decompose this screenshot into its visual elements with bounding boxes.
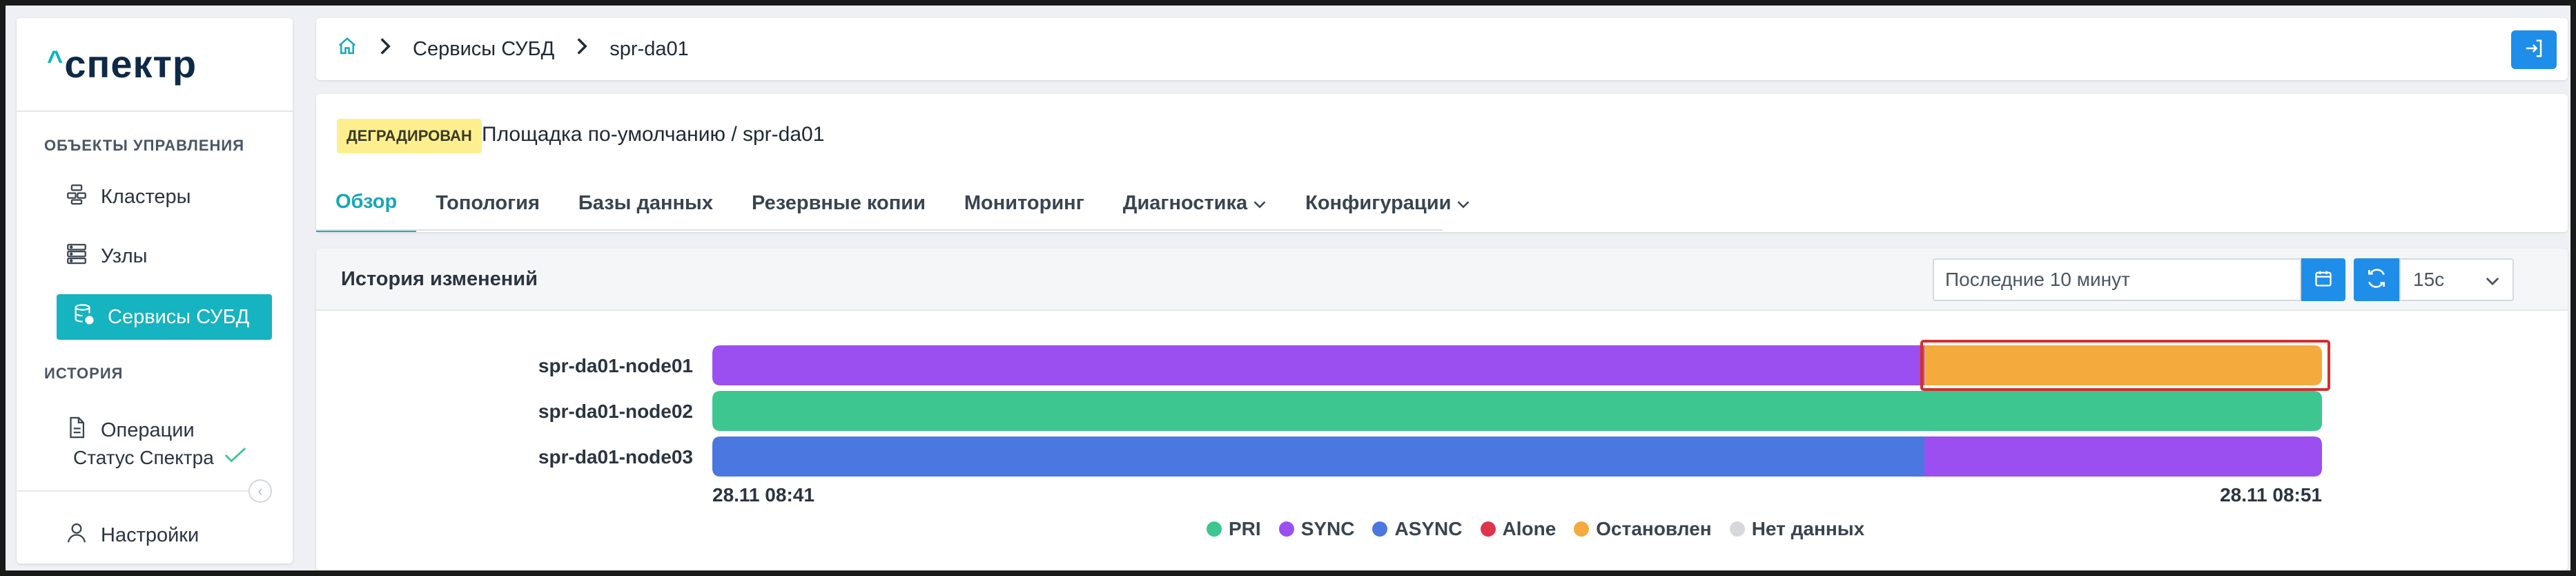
sidebar-divider <box>17 490 265 492</box>
tab-label: Конфигурации <box>1305 191 1452 214</box>
sidebar-item-label: Операции <box>101 419 195 441</box>
timeline-segment[interactable] <box>712 345 1924 385</box>
sidebar-item-label: Настройки <box>101 524 199 546</box>
tab-label: Топология <box>436 191 540 214</box>
logout-icon <box>2524 38 2544 62</box>
chevron-down-icon <box>2485 269 2500 291</box>
tab-label: Резервные копии <box>751 191 926 214</box>
legend-item[interactable]: Остановлен <box>1574 518 1712 540</box>
history-panel-header: История изменений Последние 10 минут 15с <box>316 249 2568 311</box>
x-axis-start-label: 28.11 08:41 <box>712 484 814 506</box>
service-header: ДЕГРАДИРОВАН Площадка по-умолчанию / spr… <box>316 94 2568 232</box>
chevron-left-icon: ‹ <box>257 482 263 499</box>
legend-dot <box>1372 521 1388 537</box>
legend-item[interactable]: SYNC <box>1278 518 1355 540</box>
legend-label: PRI <box>1229 518 1261 539</box>
chevron-down-icon <box>1253 192 1267 215</box>
document-icon <box>65 416 88 445</box>
sidebar-item-label: Сервисы СУБД <box>108 305 250 328</box>
spectr-status: Статус Спектра <box>73 446 247 469</box>
chart-legend: PRI SYNC ASYNC Alone Остановлен Нет данных <box>1207 518 1864 540</box>
tab-label: Мониторинг <box>964 191 1084 214</box>
row-label: spr-da01-node01 <box>538 355 693 376</box>
tab-backups[interactable]: Резервные копии <box>732 174 945 232</box>
database-icon <box>72 303 95 332</box>
breadcrumb: Сервисы СУБД spr-da01 <box>337 18 689 80</box>
breadcrumb-current: spr-da01 <box>609 37 689 60</box>
tab-monitoring[interactable]: Мониторинг <box>945 174 1104 232</box>
row-label: spr-da01-node02 <box>538 401 693 422</box>
status-badge: ДЕГРАДИРОВАН <box>337 119 482 153</box>
sidebar-item-dbms-services[interactable]: Сервисы СУБД <box>57 294 272 340</box>
breadcrumb-dbms-services[interactable]: Сервисы СУБД <box>413 38 554 61</box>
calendar-button[interactable] <box>2301 258 2345 301</box>
status-label: Статус Спектра <box>73 446 214 468</box>
timeline-segment[interactable] <box>1924 436 2322 477</box>
legend-dot <box>1729 521 1745 537</box>
check-icon <box>224 446 247 469</box>
timeline-segment[interactable] <box>1924 345 2322 385</box>
sidebar-item-settings[interactable]: Настройки <box>44 512 258 558</box>
logout-button[interactable] <box>2511 30 2557 69</box>
collapse-sidebar-button[interactable]: ‹ <box>248 479 272 503</box>
legend-dot <box>1278 521 1294 537</box>
chevron-right-icon <box>575 37 589 61</box>
legend-dot <box>1574 521 1590 537</box>
legend-item[interactable]: PRI <box>1207 518 1261 540</box>
legend-label: SYNC <box>1300 518 1355 539</box>
refresh-button[interactable] <box>2354 258 2399 301</box>
logo-text: спектр <box>64 42 197 86</box>
legend-item[interactable]: ASYNC <box>1372 518 1463 540</box>
legend-item[interactable]: Нет данных <box>1729 518 1865 540</box>
legend-dot <box>1207 521 1222 537</box>
legend-label: Alone <box>1502 518 1557 539</box>
refresh-icon <box>2365 267 2388 293</box>
tabs-underline <box>316 229 1443 231</box>
tab-diagnostics[interactable]: Диагностика <box>1104 174 1286 232</box>
tab-configurations[interactable]: Конфигурации <box>1286 174 1490 232</box>
tab-label: Базы данных <box>578 191 713 214</box>
page-title: Площадка по-умолчанию / spr-da01 <box>482 123 825 146</box>
tab-bar: Обзор Топология Базы данных Резервные ко… <box>316 174 1490 232</box>
legend-label: ASYNC <box>1394 518 1463 539</box>
logo-caret: ^ <box>47 46 64 76</box>
legend-label: Нет данных <box>1751 518 1865 539</box>
logo[interactable]: ^ спектр <box>47 41 197 97</box>
timeline-chart: spr-da01-node01 spr-da01-node02 spr-da01-n… <box>538 340 2331 506</box>
legend-dot <box>1480 521 1496 537</box>
user-icon <box>65 521 88 550</box>
interval-value: 15с <box>2413 269 2445 290</box>
calendar-icon <box>2314 269 2333 291</box>
period-input[interactable]: Последние 10 минут <box>1933 258 2301 301</box>
chevron-right-icon <box>378 37 392 61</box>
sidebar-item-label: Кластеры <box>101 185 191 208</box>
section-title-history: ИСТОРИЯ <box>44 365 124 382</box>
sidebar: ^ спектр ОБЪЕКТЫ УПРАВЛЕНИЯ Кластеры Узл… <box>17 18 293 564</box>
clusters-icon <box>65 182 88 211</box>
sidebar-item-label: Узлы <box>101 244 148 267</box>
x-axis-end-label: 28.11 08:51 <box>2220 484 2322 506</box>
sidebar-item-nodes[interactable]: Узлы <box>44 233 258 279</box>
legend-item[interactable]: Alone <box>1480 518 1557 540</box>
app-frame: ^ спектр ОБЪЕКТЫ УПРАВЛЕНИЯ Кластеры Узл… <box>6 6 2570 570</box>
topbar: Сервисы СУБД spr-da01 <box>316 18 2568 80</box>
tab-label: Диагностика <box>1122 191 1248 214</box>
tab-overview[interactable]: Обзор <box>316 174 417 232</box>
history-panel: История изменений Последние 10 минут 15с… <box>316 249 2568 570</box>
history-title: История изменений <box>341 268 538 290</box>
home-icon[interactable] <box>337 36 358 62</box>
tab-topology[interactable]: Топология <box>416 174 559 232</box>
tab-label: Обзор <box>335 191 398 213</box>
nodes-icon <box>65 242 88 271</box>
chevron-down-icon <box>1456 192 1470 215</box>
row-label: spr-da01-node03 <box>538 446 693 468</box>
legend-label: Остановлен <box>1596 518 1712 539</box>
sidebar-divider <box>17 111 293 112</box>
timeline-segment[interactable] <box>712 436 1924 477</box>
interval-select[interactable]: 15с <box>2399 258 2514 301</box>
timeline-segment[interactable] <box>712 391 2322 431</box>
sidebar-item-clusters[interactable]: Кластеры <box>44 174 258 220</box>
tab-databases[interactable]: Базы данных <box>559 174 732 232</box>
section-title-objects: ОБЪЕКТЫ УПРАВЛЕНИЯ <box>44 137 245 154</box>
